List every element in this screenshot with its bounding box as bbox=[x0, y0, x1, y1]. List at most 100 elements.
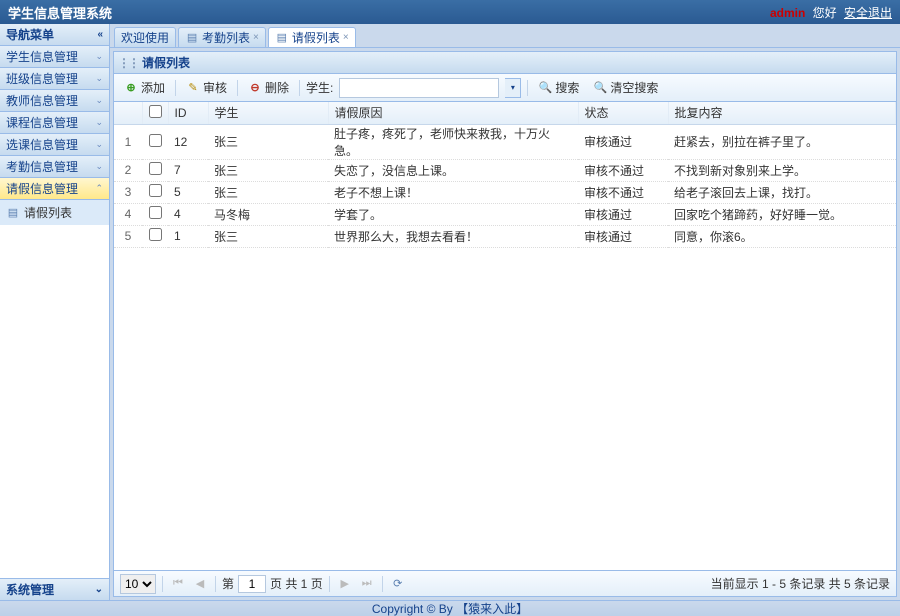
cell-id: 5 bbox=[168, 181, 208, 203]
separator bbox=[162, 576, 163, 592]
chevron-down-icon: ⌄ bbox=[95, 95, 103, 106]
prev-page-button[interactable]: ◀ bbox=[191, 575, 209, 593]
logout-link[interactable]: 安全退出 bbox=[844, 6, 892, 20]
col-id[interactable]: ID bbox=[168, 102, 208, 124]
chevron-down-icon: ⌄ bbox=[95, 73, 103, 84]
chevron-down-icon: ⌄ bbox=[95, 51, 103, 62]
collapse-icon[interactable]: « bbox=[97, 29, 103, 40]
row-checkbox[interactable] bbox=[149, 184, 162, 197]
col-student[interactable]: 学生 bbox=[208, 102, 328, 124]
select-all-checkbox[interactable] bbox=[149, 105, 162, 118]
separator bbox=[299, 80, 300, 96]
cell-reason: 肚子疼，疼死了，老师快来救我，十万火急。 bbox=[328, 124, 578, 159]
sidebar-item-select[interactable]: 选课信息管理⌄ bbox=[0, 134, 109, 156]
document-icon: ▤ bbox=[6, 206, 20, 220]
cell-reason: 失恋了，没信息上课。 bbox=[328, 159, 578, 181]
table-row[interactable]: 35张三老子不想上课！审核不通过给老子滚回去上课，找打。 bbox=[114, 181, 896, 203]
tab-welcome[interactable]: 欢迎使用 bbox=[114, 27, 176, 47]
sidebar-item-course[interactable]: 课程信息管理⌄ bbox=[0, 112, 109, 134]
cell-student: 张三 bbox=[208, 124, 328, 159]
add-button[interactable]: ⊕添加 bbox=[120, 77, 169, 98]
header-row: ID 学生 请假原因 状态 批复内容 bbox=[114, 102, 896, 124]
cell-reason: 老子不想上课！ bbox=[328, 181, 578, 203]
next-page-button[interactable]: ▶ bbox=[336, 575, 354, 593]
audit-button[interactable]: ✎审核 bbox=[182, 77, 231, 98]
app-header: 学生信息管理系统 admin 您好 安全退出 bbox=[0, 0, 900, 24]
table-row[interactable]: 44马冬梅学套了。审核通过回家吃个猪蹄药，好好睡一觉。 bbox=[114, 203, 896, 225]
separator bbox=[527, 80, 528, 96]
cell-checkbox bbox=[142, 124, 168, 159]
cell-checkbox bbox=[142, 225, 168, 247]
cell-reply: 不找到新对象别来上学。 bbox=[668, 159, 896, 181]
col-reason[interactable]: 请假原因 bbox=[328, 102, 578, 124]
sidebar-item-student[interactable]: 学生信息管理⌄ bbox=[0, 46, 109, 68]
minus-icon: ⊖ bbox=[248, 81, 262, 95]
tab-leave-list[interactable]: ▤请假列表× bbox=[268, 27, 356, 47]
sidebar-item-teacher[interactable]: 教师信息管理⌄ bbox=[0, 90, 109, 112]
cell-status: 审核通过 bbox=[578, 124, 668, 159]
row-checkbox[interactable] bbox=[149, 134, 162, 147]
document-icon: ▤ bbox=[275, 31, 289, 45]
sidebar-item-class[interactable]: 班级信息管理⌄ bbox=[0, 68, 109, 90]
last-page-button[interactable]: ⏭ bbox=[358, 575, 376, 593]
separator bbox=[237, 80, 238, 96]
tab-attendance-list[interactable]: ▤考勤列表× bbox=[178, 27, 266, 47]
row-checkbox[interactable] bbox=[149, 162, 162, 175]
chevron-down-icon: ⌄ bbox=[95, 139, 103, 150]
pager: 10 ⏮ ◀ 第 页 共 1 页 ▶ ⏭ ⟳ 当前显示 1 - 5 条记录 共 … bbox=[114, 570, 896, 596]
cell-id: 4 bbox=[168, 203, 208, 225]
dropdown-icon[interactable]: ▾ bbox=[505, 78, 521, 98]
search-icon: 🔍 bbox=[593, 81, 607, 95]
delete-button[interactable]: ⊖删除 bbox=[244, 77, 293, 98]
nav-header: 导航菜单 « bbox=[0, 24, 109, 46]
current-user: admin bbox=[770, 6, 805, 20]
cell-checkbox bbox=[142, 203, 168, 225]
cell-reason: 世界那么大，我想去看看！ bbox=[328, 225, 578, 247]
cell-reply: 同意，你滚6。 bbox=[668, 225, 896, 247]
search-icon: 🔍 bbox=[538, 81, 552, 95]
separator bbox=[382, 576, 383, 592]
separator bbox=[175, 80, 176, 96]
student-input[interactable] bbox=[339, 78, 499, 98]
toolbar: ⊕添加 ✎审核 ⊖删除 学生: ▾ 🔍搜索 🔍清空搜索 bbox=[114, 74, 896, 102]
cell-rownum: 5 bbox=[114, 225, 142, 247]
table-row[interactable]: 27张三失恋了，没信息上课。审核不通过不找到新对象别来上学。 bbox=[114, 159, 896, 181]
plus-icon: ⊕ bbox=[124, 81, 138, 95]
student-label: 学生: bbox=[306, 79, 333, 96]
cell-status: 审核通过 bbox=[578, 203, 668, 225]
sidebar-footer[interactable]: 系统管理 ⌄ bbox=[0, 578, 109, 600]
sidebar-item-attendance[interactable]: 考勤信息管理⌄ bbox=[0, 156, 109, 178]
first-page-button[interactable]: ⏮ bbox=[169, 575, 187, 593]
refresh-button[interactable]: ⟳ bbox=[389, 575, 407, 593]
page-input[interactable] bbox=[238, 575, 266, 593]
close-icon[interactable]: × bbox=[253, 32, 259, 43]
tree-leave-list[interactable]: ▤ 请假列表 bbox=[0, 200, 109, 225]
cell-id: 12 bbox=[168, 124, 208, 159]
separator bbox=[329, 576, 330, 592]
row-checkbox[interactable] bbox=[149, 206, 162, 219]
chevron-down-icon: ⌄ bbox=[95, 584, 103, 595]
header-right: admin 您好 安全退出 bbox=[766, 4, 892, 21]
sidebar-item-leave[interactable]: 请假信息管理⌃ bbox=[0, 178, 109, 200]
data-grid: ID 学生 请假原因 状态 批复内容 112张三肚子疼，疼死了，老师快来救我，十… bbox=[114, 102, 896, 570]
col-status[interactable]: 状态 bbox=[578, 102, 668, 124]
footer: Copyright © By 【猿来入此】 bbox=[0, 600, 900, 616]
cell-student: 马冬梅 bbox=[208, 203, 328, 225]
cell-reason: 学套了。 bbox=[328, 203, 578, 225]
close-icon[interactable]: × bbox=[343, 32, 349, 43]
page-label-pre: 第 bbox=[222, 575, 234, 592]
page-size-select[interactable]: 10 bbox=[120, 574, 156, 594]
sidebar-body: ▤ 请假列表 bbox=[0, 200, 109, 578]
clear-search-button[interactable]: 🔍清空搜索 bbox=[589, 77, 662, 98]
table-row[interactable]: 112张三肚子疼，疼死了，老师快来救我，十万火急。审核通过赶紧去，别拉在裤子里了… bbox=[114, 124, 896, 159]
greeting: 您好 bbox=[813, 6, 837, 20]
col-rownum bbox=[114, 102, 142, 124]
table-row[interactable]: 51张三世界那么大，我想去看看！审核通过同意，你滚6。 bbox=[114, 225, 896, 247]
cell-rownum: 4 bbox=[114, 203, 142, 225]
row-checkbox[interactable] bbox=[149, 228, 162, 241]
col-reply[interactable]: 批复内容 bbox=[668, 102, 896, 124]
search-button[interactable]: 🔍搜索 bbox=[534, 77, 583, 98]
panel-title: 请假列表 bbox=[142, 54, 190, 71]
cell-rownum: 3 bbox=[114, 181, 142, 203]
cell-checkbox bbox=[142, 159, 168, 181]
